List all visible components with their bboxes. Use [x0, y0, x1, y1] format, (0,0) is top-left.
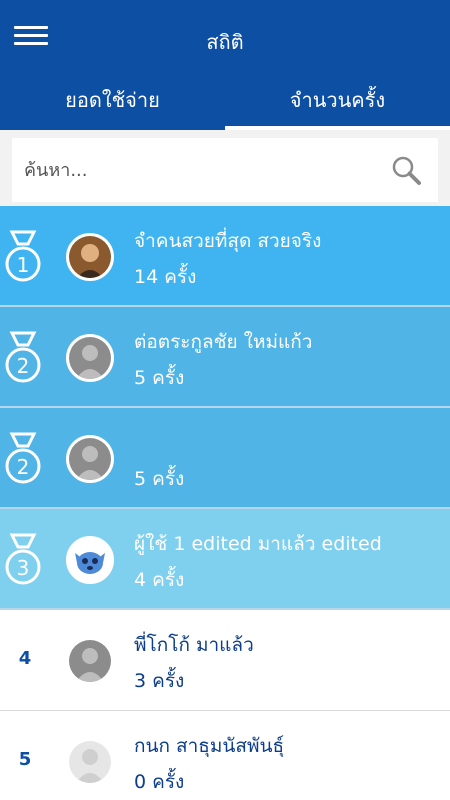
svg-text:2: 2: [17, 455, 30, 479]
list-item[interactable]: 5 กนก สาธุมนัสพันธุ์ 0 ครั้ง: [0, 711, 450, 800]
tab-spending[interactable]: ยอดใช้จ่าย: [0, 74, 225, 130]
ranking-list: 1 จำคนสวยที่สุด สวยจริง 14 ครั้ง 2 ต่อตร…: [0, 206, 450, 800]
visit-count: 5 ครั้ง: [134, 367, 185, 389]
list-item[interactable]: 1 จำคนสวยที่สุด สวยจริง 14 ครั้ง: [0, 206, 450, 307]
rank-number: 4: [18, 648, 32, 669]
page-title: สถิติ: [206, 30, 244, 54]
avatar: [66, 536, 114, 584]
search-input[interactable]: [12, 138, 372, 202]
medal-icon: 3: [5, 533, 41, 585]
avatar: [66, 233, 114, 281]
medal-icon: 1: [5, 230, 41, 282]
user-name: จำคนสวยที่สุด สวยจริง: [134, 230, 322, 252]
user-name: พี่โกโก้ มาแล้ว: [134, 634, 254, 656]
visit-count: 4 ครั้ง: [134, 569, 185, 591]
visit-count: 3 ครั้ง: [134, 670, 185, 692]
svg-text:2: 2: [17, 354, 30, 378]
visit-count: 0 ครั้ง: [134, 771, 185, 793]
app-bar: สถิติ: [0, 0, 450, 74]
list-item[interactable]: 4 พี่โกโก้ มาแล้ว 3 ครั้ง: [0, 610, 450, 711]
medal-icon: 2: [5, 331, 41, 383]
user-name: ต่อตระกูลชัย ใหม่แก้ว: [134, 331, 313, 353]
visit-count: 14 ครั้ง: [134, 266, 197, 288]
medal-icon: 2: [5, 432, 41, 484]
svg-text:1: 1: [17, 253, 30, 277]
list-item[interactable]: 3 ผู้ใช้ 1 edited มาแล้ว edited 4 ครั้ง: [0, 509, 450, 610]
list-item[interactable]: 2 5 ครั้ง: [0, 408, 450, 509]
tab-bar: ยอดใช้จ่าย จำนวนครั้ง: [0, 74, 450, 130]
search-icon[interactable]: [390, 154, 422, 186]
visit-count: 5 ครั้ง: [134, 468, 185, 490]
avatar: [66, 334, 114, 382]
list-item[interactable]: 2 ต่อตระกูลชัย ใหม่แก้ว 5 ครั้ง: [0, 307, 450, 408]
avatar: [66, 738, 114, 786]
rank-number: 5: [18, 749, 32, 770]
search-bar: [0, 130, 450, 208]
svg-text:3: 3: [17, 556, 30, 580]
tab-count[interactable]: จำนวนครั้ง: [225, 74, 450, 130]
avatar: [66, 637, 114, 685]
user-name: ผู้ใช้ 1 edited มาแล้ว edited: [134, 533, 382, 555]
user-name: กนก สาธุมนัสพันธุ์: [134, 735, 285, 757]
search-box: [12, 138, 438, 202]
avatar: [66, 435, 114, 483]
